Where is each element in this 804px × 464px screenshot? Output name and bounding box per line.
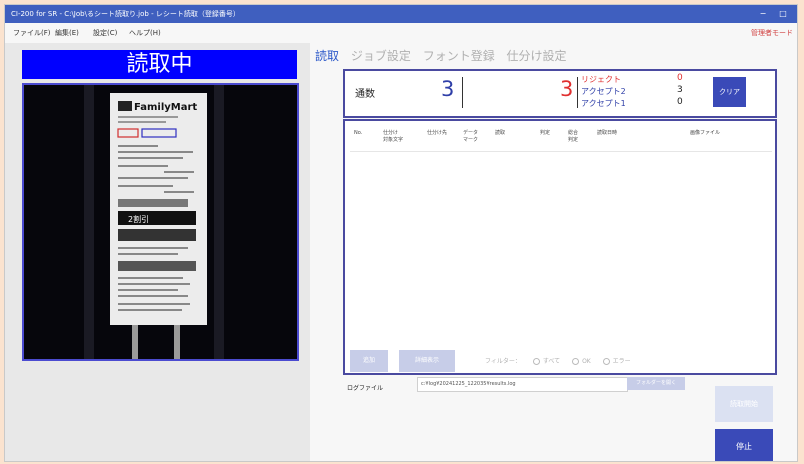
- column-header[interactable]: 仕分け 対象文字: [383, 130, 403, 144]
- filter-error-option[interactable]: エラー: [602, 358, 631, 365]
- menu-edit[interactable]: 編集(E): [55, 23, 79, 43]
- radio-icon: [572, 358, 580, 365]
- column-header[interactable]: データ マーク: [463, 130, 478, 144]
- counter-divider: [462, 77, 463, 108]
- maximize-button[interactable]: □: [775, 5, 791, 23]
- start-read-button[interactable]: 読取開始: [715, 386, 773, 422]
- detail-view-button[interactable]: 詳細表示: [399, 350, 455, 372]
- reject-value: 0: [677, 73, 683, 83]
- window-title: CI-200 for SR - C:\Job\るシート読取り.job - レシー…: [11, 10, 240, 18]
- accept1-value: 0: [677, 97, 683, 107]
- reject-label: リジェクト: [581, 75, 621, 84]
- filter-all-option[interactable]: すべて: [532, 358, 560, 365]
- left-panel: 読取中 FamilyMart 2割引: [5, 43, 310, 461]
- menu-settings[interactable]: 設定(C): [93, 23, 117, 43]
- clear-button[interactable]: クリア: [713, 77, 746, 107]
- minimize-button[interactable]: −: [755, 5, 771, 23]
- radio-icon: [602, 358, 610, 365]
- tab-job-settings[interactable]: ジョブ設定: [351, 47, 411, 64]
- receipt-logo: FamilyMart: [134, 102, 197, 113]
- app-window: CI-200 for SR - C:\Job\るシート読取り.job - レシー…: [4, 4, 798, 462]
- tab-sorting-settings[interactable]: 仕分け設定: [507, 47, 567, 64]
- stop-button[interactable]: 停止: [715, 429, 773, 461]
- column-header[interactable]: 読取: [495, 130, 505, 137]
- accept1-label: アクセプト1: [581, 99, 626, 108]
- filter-label: フィルター：: [485, 358, 521, 365]
- results-panel: No. 仕分け 対象文字 仕分け先 データ マーク 読取 判定 総合 判定 読取…: [343, 119, 777, 375]
- filter-ok-option[interactable]: OK: [572, 358, 591, 365]
- title-bar: CI-200 for SR - C:\Job\るシート読取り.job - レシー…: [5, 5, 797, 23]
- tab-bar: 読取 ジョブ設定 フォント登録 仕分け設定: [315, 47, 575, 67]
- tab-font-registration[interactable]: フォント登録: [423, 47, 495, 64]
- receipt-image: FamilyMart 2割引: [24, 85, 297, 359]
- open-folder-button[interactable]: フォルダーを開く: [627, 377, 685, 390]
- column-header[interactable]: 画像ファイル: [690, 130, 720, 137]
- tab-read[interactable]: 読取: [315, 47, 339, 64]
- counter-panel: 通数 3 3 リジェクト 0 アクセプト2 3 アクセプト1 0 クリア: [343, 69, 777, 118]
- column-header[interactable]: 判定: [540, 130, 550, 137]
- accept2-label: アクセプト2: [581, 87, 626, 96]
- column-header[interactable]: No.: [354, 130, 362, 137]
- status-banner: 読取中: [22, 50, 297, 79]
- count-total: 3: [441, 77, 455, 101]
- radio-icon: [532, 358, 540, 365]
- log-file-path[interactable]: c:¥log¥20241225_122035¥results.log: [417, 377, 628, 392]
- count-ng: 3: [560, 77, 574, 101]
- column-header[interactable]: 総合 判定: [568, 130, 578, 144]
- column-header[interactable]: 読取日時: [597, 130, 617, 137]
- menu-file[interactable]: ファイル(F): [13, 23, 51, 43]
- results-table-body[interactable]: [350, 151, 772, 352]
- column-header[interactable]: 仕分け先: [427, 130, 447, 137]
- admin-mode-link[interactable]: 管理者モード: [751, 23, 793, 43]
- menu-help[interactable]: ヘルプ(H): [129, 23, 161, 43]
- counter-divider: [577, 77, 578, 108]
- accept2-value: 3: [677, 85, 683, 95]
- receipt-discount-text: 2割引: [128, 214, 149, 224]
- menu-bar: ファイル(F) 編集(E) 設定(C) ヘルプ(H) 管理者モード: [5, 23, 797, 43]
- filter-group: フィルター： すべて OK エラー: [485, 356, 631, 365]
- camera-view: FamilyMart 2割引: [22, 83, 299, 361]
- add-button[interactable]: 追加: [350, 350, 388, 372]
- table-header: No. 仕分け 対象文字 仕分け先 データ マーク 読取 判定 総合 判定 読取…: [345, 121, 775, 151]
- log-file-label: ログファイル: [347, 385, 384, 392]
- count-label: 通数: [355, 89, 375, 100]
